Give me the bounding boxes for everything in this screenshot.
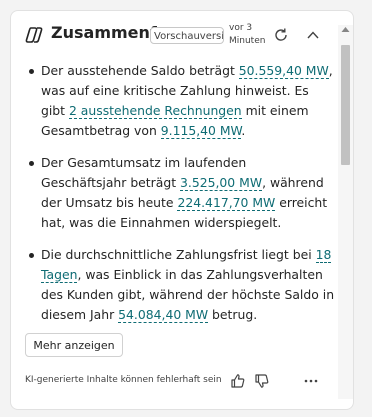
summary-content: Der ausstehende Saldo beträgt 50.559,40 … xyxy=(25,61,335,337)
thumbs-up-icon[interactable] xyxy=(230,373,246,389)
card-title: Zusammenf… xyxy=(51,23,159,42)
card-header: Zusammenf… Vorschauversion vor 3 Minuten xyxy=(11,11,353,59)
refresh-icon[interactable] xyxy=(273,27,289,43)
summary-bullet: Die durchschnittliche Zahlungsfrist lieg… xyxy=(25,245,335,325)
bullet-text: betrug. xyxy=(208,307,258,322)
scrollbar[interactable] xyxy=(338,25,353,399)
value-link[interactable]: 50.559,40 MW xyxy=(238,63,329,79)
value-link[interactable]: 224.417,70 MW xyxy=(177,195,276,211)
bullet-text: . xyxy=(241,123,246,138)
ai-disclaimer: KI-generierte Inhalte können fehlerhaft … xyxy=(25,375,222,385)
bullet-text: Der ausstehende Saldo beträgt xyxy=(41,63,239,78)
bullet-text: Die durchschnittliche Zahlungsfrist lieg… xyxy=(41,247,316,262)
timestamp: vor 3 Minuten xyxy=(229,23,266,46)
summary-bullet: Der ausstehende Saldo beträgt 50.559,40 … xyxy=(25,61,335,141)
summary-bullet: Der Gesamtumsatz im laufenden Geschäftsj… xyxy=(25,153,335,233)
scroll-up-arrow-icon[interactable] xyxy=(341,26,350,33)
copilot-icon xyxy=(25,27,43,43)
value-link[interactable]: 2 ausstehende Rechnungen xyxy=(68,103,242,119)
summary-list: Der ausstehende Saldo beträgt 50.559,40 … xyxy=(25,61,335,325)
value-link[interactable]: 3.525,00 MW xyxy=(180,175,263,191)
show-more-button[interactable]: Mehr anzeigen xyxy=(25,333,123,357)
preview-badge: Vorschauversion xyxy=(150,27,224,44)
scrollbar-thumb[interactable] xyxy=(341,45,350,165)
value-link[interactable]: 9.115,40 MW xyxy=(160,123,242,139)
thumbs-down-icon[interactable] xyxy=(254,373,270,389)
more-options-icon[interactable] xyxy=(303,377,319,385)
value-link[interactable]: 54.084,40 MW xyxy=(118,307,209,323)
chevron-up-icon[interactable] xyxy=(306,28,320,42)
summary-card: Zusammenf… Vorschauversion vor 3 Minuten… xyxy=(10,10,354,410)
